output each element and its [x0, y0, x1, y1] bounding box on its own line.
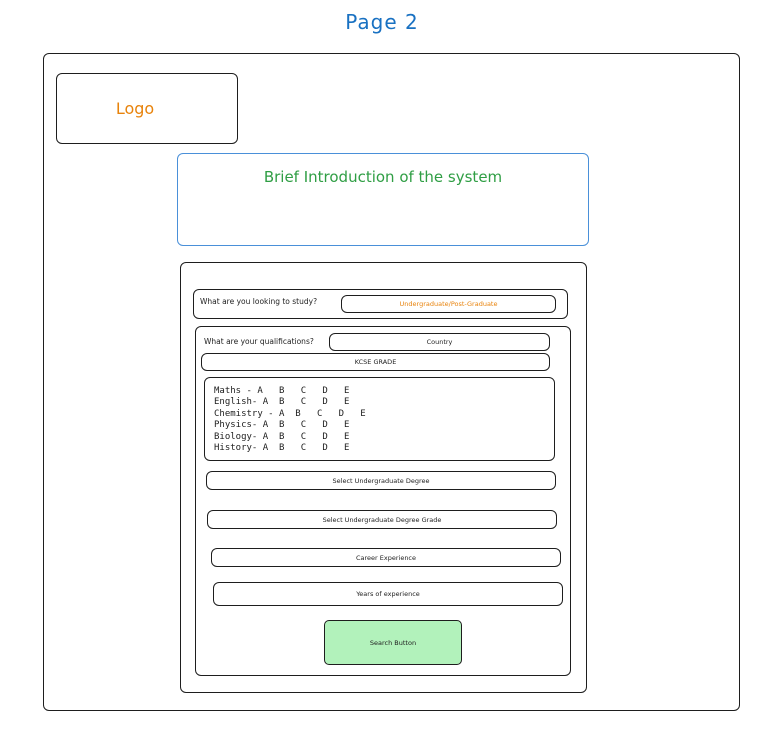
- undergraduate-degree-select[interactable]: Select Undergraduate Degree: [206, 471, 556, 490]
- career-experience-label: Career Experience: [355, 553, 417, 562]
- intro-box: [177, 153, 589, 246]
- study-level-select[interactable]: Undergraduate/Post-Graduate: [341, 295, 556, 313]
- country-select[interactable]: Country: [329, 333, 550, 351]
- page-title: Page 2: [345, 10, 419, 34]
- kcse-grade-select-label: KCSE GRADE: [354, 358, 397, 366]
- country-select-label: Country: [426, 338, 453, 346]
- undergraduate-degree-select-label: Select Undergraduate Degree: [332, 476, 430, 485]
- subject-grade-biology[interactable]: Biology- A B C D E: [214, 432, 349, 442]
- career-experience-field[interactable]: Career Experience: [211, 548, 561, 567]
- kcse-grade-select[interactable]: KCSE GRADE: [201, 353, 550, 371]
- undergraduate-grade-select[interactable]: Select Undergraduate Degree Grade: [207, 510, 557, 529]
- study-question-label: What are you looking to study?: [200, 297, 318, 306]
- search-button[interactable]: Search Button: [324, 620, 462, 665]
- subject-grade-history[interactable]: History- A B C D E: [214, 443, 349, 453]
- subject-grade-maths[interactable]: Maths - A B C D E: [214, 386, 349, 396]
- subject-grade-physics[interactable]: Physics- A B C D E: [214, 420, 349, 430]
- undergraduate-grade-select-label: Select Undergraduate Degree Grade: [322, 515, 442, 524]
- study-level-select-label: Undergraduate/Post-Graduate: [399, 300, 498, 308]
- subject-grade-chemistry[interactable]: Chemistry - A B C D E: [214, 409, 366, 419]
- intro-title: Brief Introduction of the system: [263, 168, 503, 186]
- search-button-label: Search Button: [369, 638, 417, 647]
- subject-grade-english[interactable]: English- A B C D E: [214, 397, 349, 407]
- years-experience-label: Years of experience: [356, 590, 420, 598]
- logo: Logo: [115, 99, 155, 118]
- qualifications-question-label: What are your qualifications?: [204, 337, 314, 346]
- years-experience-field[interactable]: Years of experience: [213, 582, 563, 606]
